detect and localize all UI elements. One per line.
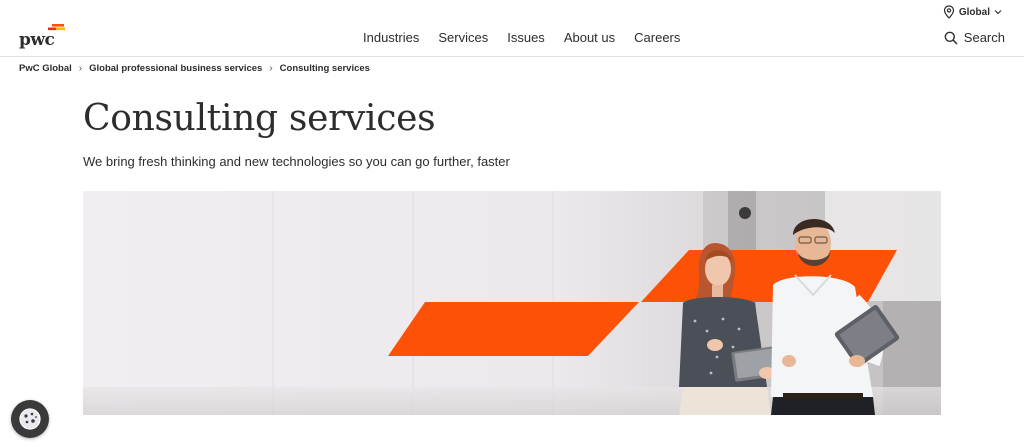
search-icon <box>944 31 958 45</box>
main-nav: Industries Services Issues About us Care… <box>363 30 680 45</box>
pwc-logo[interactable]: pwc <box>19 22 71 52</box>
logo-wordmark: pwc <box>19 30 55 50</box>
page-title: Consulting services <box>83 98 436 139</box>
nav-item-services[interactable]: Services <box>438 30 488 45</box>
nav-item-industries[interactable]: Industries <box>363 30 419 45</box>
search-button[interactable]: Search <box>944 30 1005 45</box>
breadcrumb: PwC Global › Global professional busines… <box>19 63 370 74</box>
breadcrumb-separator-icon: › <box>78 63 83 74</box>
nav-item-issues[interactable]: Issues <box>507 30 545 45</box>
breadcrumb-item-current: Consulting services <box>279 63 370 74</box>
search-label: Search <box>963 30 1005 45</box>
page-subtitle: We bring fresh thinking and new technolo… <box>83 154 510 169</box>
site-header: pwc Global Industries Services Issues Ab… <box>0 0 1024 57</box>
breadcrumb-item-business-services[interactable]: Global professional business services <box>89 63 262 74</box>
location-pin-icon <box>943 5 954 19</box>
hero-illustration <box>83 191 941 415</box>
nav-item-careers[interactable]: Careers <box>634 30 680 45</box>
chevron-down-icon <box>994 10 1002 15</box>
region-label: Global <box>958 6 990 18</box>
nav-item-about-us[interactable]: About us <box>564 30 615 45</box>
breadcrumb-separator-icon: › <box>269 63 273 74</box>
hero-image <box>83 191 941 415</box>
cookie-settings-button[interactable] <box>11 400 49 438</box>
breadcrumb-item-pwc-global[interactable]: PwC Global <box>19 63 72 74</box>
region-selector[interactable]: Global <box>943 4 1002 20</box>
cookie-icon <box>19 408 41 430</box>
